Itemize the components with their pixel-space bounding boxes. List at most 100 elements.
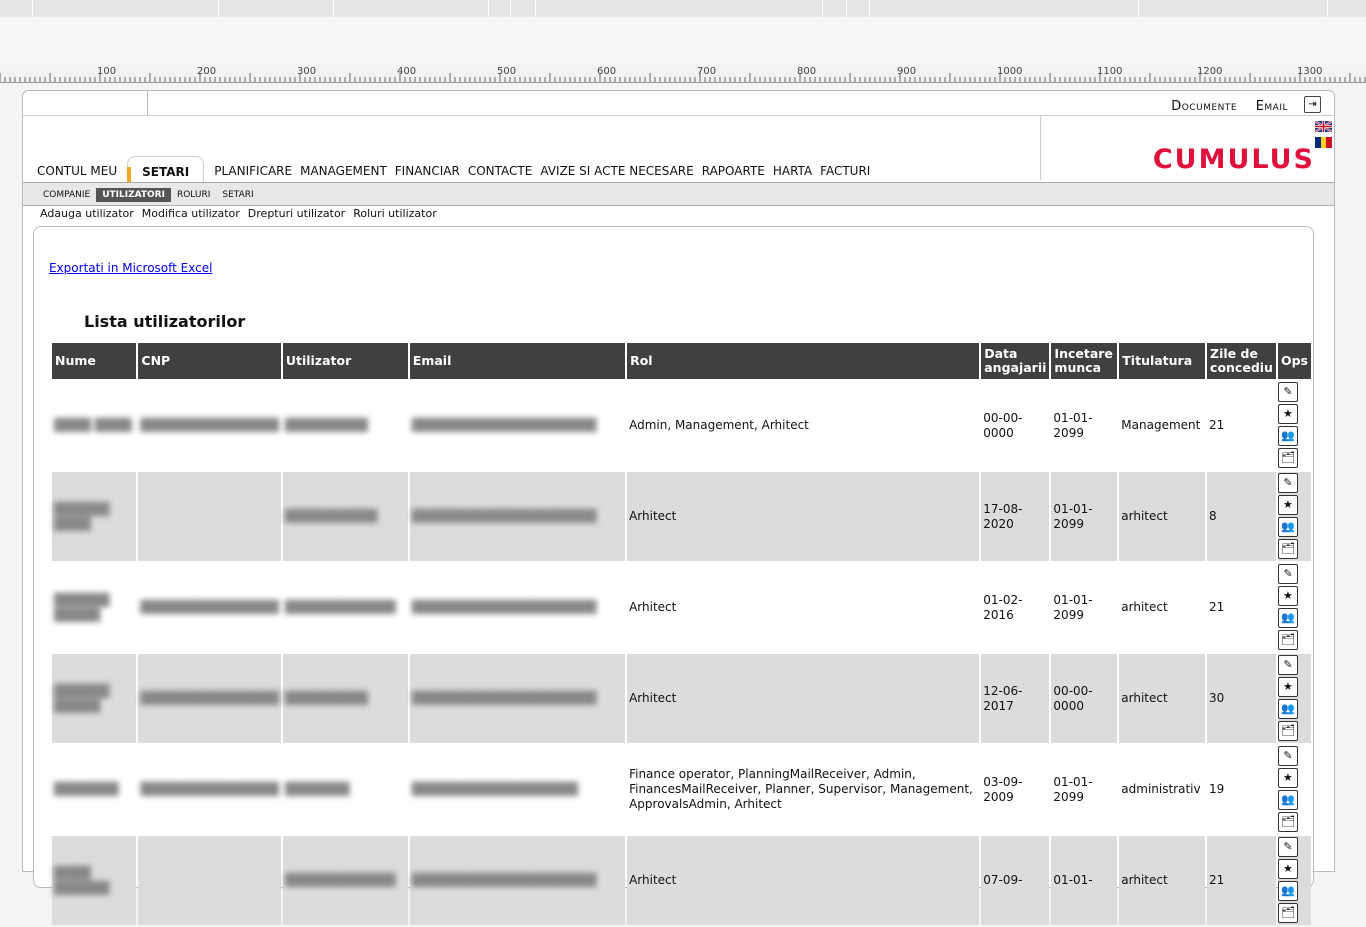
cell-rol: Arhitect — [629, 600, 677, 614]
ruler-label: 400 — [397, 66, 417, 77]
table-row[interactable]: ██████ █████████████████████████████████… — [52, 472, 1311, 561]
subnav-companie[interactable]: COMPANIE — [37, 188, 96, 202]
users-icon[interactable]: 👥 — [1277, 608, 1298, 628]
nav-planificare[interactable]: PLANIFICARE — [214, 164, 292, 178]
table-row[interactable]: ██████ █████████████████████████████████… — [52, 654, 1311, 743]
cell-utilizator-value: █████████ — [284, 418, 368, 432]
table-row[interactable]: ██████ █████████████████████████████████… — [52, 563, 1311, 652]
folder-icon[interactable]: 🗂 — [1277, 630, 1298, 650]
table-row[interactable]: ████ ███████████████████████████████████… — [52, 836, 1311, 925]
cell-utilizator: ████████████ — [283, 563, 408, 652]
nav-contacte[interactable]: CONTACTE — [468, 164, 533, 178]
flag-ro-icon[interactable] — [1315, 137, 1333, 148]
cell-utilizator: ████████████ — [282, 836, 408, 925]
cell-rol: Arhitect — [627, 654, 980, 743]
ruler-label: 900 — [897, 66, 917, 77]
nav-financiar[interactable]: FINANCIAR — [395, 164, 460, 178]
cell-email-value: ████████████████████ — [411, 418, 597, 432]
modifica-utilizator-link[interactable]: Modifica utilizator — [142, 207, 240, 220]
col-cnp[interactable]: CNP — [138, 343, 281, 379]
cell-cnp — [138, 472, 281, 561]
edit-icon[interactable]: ✎ — [1277, 382, 1298, 402]
cell-incetare-munca: 01-01-2099 — [1051, 472, 1118, 561]
export-excel-link[interactable]: Exportati in Microsoft Excel — [49, 261, 212, 275]
nav-facturi[interactable]: FACTURI — [820, 164, 870, 178]
cell-nume: ████ ██████ — [52, 836, 137, 925]
edit-icon[interactable]: ✎ — [1277, 837, 1298, 857]
edit-icon[interactable]: ✎ — [1277, 655, 1298, 675]
star-icon[interactable]: ★ — [1277, 404, 1298, 424]
users-icon[interactable]: 👥 — [1277, 790, 1298, 810]
col-zile-concediu[interactable]: Zile de concediu — [1207, 343, 1276, 379]
cell-utilizator-value: ███████ — [284, 782, 350, 796]
table-row[interactable]: ████ ███████████████████████████████████… — [52, 381, 1311, 470]
ruler-label: 1300 — [1297, 66, 1323, 77]
star-icon[interactable]: ★ — [1277, 495, 1298, 515]
cell-titulatura: arhitect — [1119, 654, 1206, 743]
users-table: Nume CNP Utilizator Email Rol Data angaj… — [50, 341, 1313, 927]
cell-titulatura: arhitect — [1119, 836, 1206, 925]
cell-nume: ███████ — [52, 745, 136, 834]
col-utilizator[interactable]: Utilizator — [282, 343, 408, 379]
folder-icon[interactable]: 🗂 — [1277, 812, 1298, 832]
subnav-roluri[interactable]: ROLURI — [171, 188, 216, 202]
cell-data-angajarii: 03-09-2009 — [983, 774, 1023, 804]
star-icon[interactable]: ★ — [1277, 586, 1298, 606]
nav-avize[interactable]: AVIZE SI ACTE NECESARE — [540, 164, 693, 178]
subnav-utilizatori[interactable]: UTILIZATORI — [96, 188, 171, 202]
cell-titulatura: administrativ — [1121, 782, 1201, 796]
folder-icon[interactable]: 🗂 — [1277, 721, 1298, 741]
cell-data-angajarii: 01-02-2016 — [983, 592, 1023, 622]
col-titulatura[interactable]: Titulatura — [1119, 343, 1206, 379]
cell-ops: ✎ ★ 👥 🗂 — [1277, 745, 1311, 834]
cell-email-value: ████████████████████ — [411, 600, 597, 614]
edit-icon[interactable]: ✎ — [1277, 564, 1298, 584]
col-data-angajarii[interactable]: Data angajarii — [981, 343, 1050, 379]
roluri-utilizator-link[interactable]: Roluri utilizator — [353, 207, 437, 220]
nav-setari[interactable]: SETARI — [127, 156, 205, 191]
col-nume[interactable]: Nume — [52, 343, 137, 379]
table-row[interactable]: ███████ ███████████████ ███████ ███████████… — [52, 745, 1311, 834]
logout-icon[interactable]: ⇥ — [1304, 96, 1321, 113]
subnav-setari[interactable]: SETARI — [216, 188, 259, 202]
ruler-label: 1000 — [997, 66, 1023, 77]
star-icon[interactable]: ★ — [1277, 677, 1298, 697]
edit-icon[interactable]: ✎ — [1277, 473, 1298, 493]
cell-email: ████████████████████ — [410, 563, 625, 652]
users-icon[interactable]: 👥 — [1277, 881, 1298, 901]
nav-rapoarte[interactable]: RAPOARTE — [702, 164, 765, 178]
star-icon[interactable]: ★ — [1277, 859, 1298, 879]
nav-contul-meu[interactable]: CONTUL MEU — [37, 164, 117, 178]
folder-icon[interactable]: 🗂 — [1277, 903, 1298, 923]
cell-cnp: ███████████████ — [138, 563, 280, 652]
cell-ops: ✎ ★ 👥 🗂 — [1277, 654, 1311, 743]
email-link[interactable]: Email — [1256, 99, 1288, 114]
cell-nume-value: ██████ █████ — [54, 683, 110, 713]
edit-icon[interactable]: ✎ — [1277, 746, 1298, 766]
ruler-label: 100 — [97, 66, 117, 77]
folder-icon[interactable]: 🗂 — [1277, 539, 1298, 559]
cell-ops: ✎ ★ 👥 🗂 — [1277, 381, 1311, 470]
users-icon[interactable]: 👥 — [1277, 517, 1298, 537]
users-icon[interactable]: 👥 — [1277, 699, 1298, 719]
flag-en-icon[interactable] — [1315, 121, 1332, 132]
folder-icon[interactable]: 🗂 — [1277, 448, 1298, 468]
documente-link[interactable]: Documente — [1171, 99, 1237, 114]
col-email[interactable]: Email — [409, 343, 626, 379]
cumulus-logo[interactable]: CUMULUS — [1153, 144, 1315, 175]
cell-nume: ██████ ████ — [52, 472, 137, 561]
cell-rol: Finance operator, PlanningMailReceiver, … — [629, 767, 973, 811]
cell-incetare-munca: 00-00-0000 — [1051, 654, 1118, 743]
drepturi-utilizator-link[interactable]: Drepturi utilizator — [248, 207, 345, 220]
ruler-label: 1200 — [1197, 66, 1223, 77]
nav-management[interactable]: MANAGEMENT — [300, 164, 387, 178]
action-links: Adauga utilizator Modifica utilizator Dr… — [40, 207, 445, 220]
users-icon[interactable]: 👥 — [1277, 426, 1298, 446]
sub-nav: COMPANIE UTILIZATORI ROLURI SETARI — [37, 188, 260, 202]
star-icon[interactable]: ★ — [1277, 768, 1298, 788]
cell-nume-value: ████ ████ — [54, 418, 132, 432]
col-rol[interactable]: Rol — [627, 343, 980, 379]
col-incetare-munca[interactable]: Incetare munca — [1051, 343, 1118, 379]
nav-harta[interactable]: HARTA — [773, 164, 812, 178]
adauga-utilizator-link[interactable]: Adauga utilizator — [40, 207, 134, 220]
